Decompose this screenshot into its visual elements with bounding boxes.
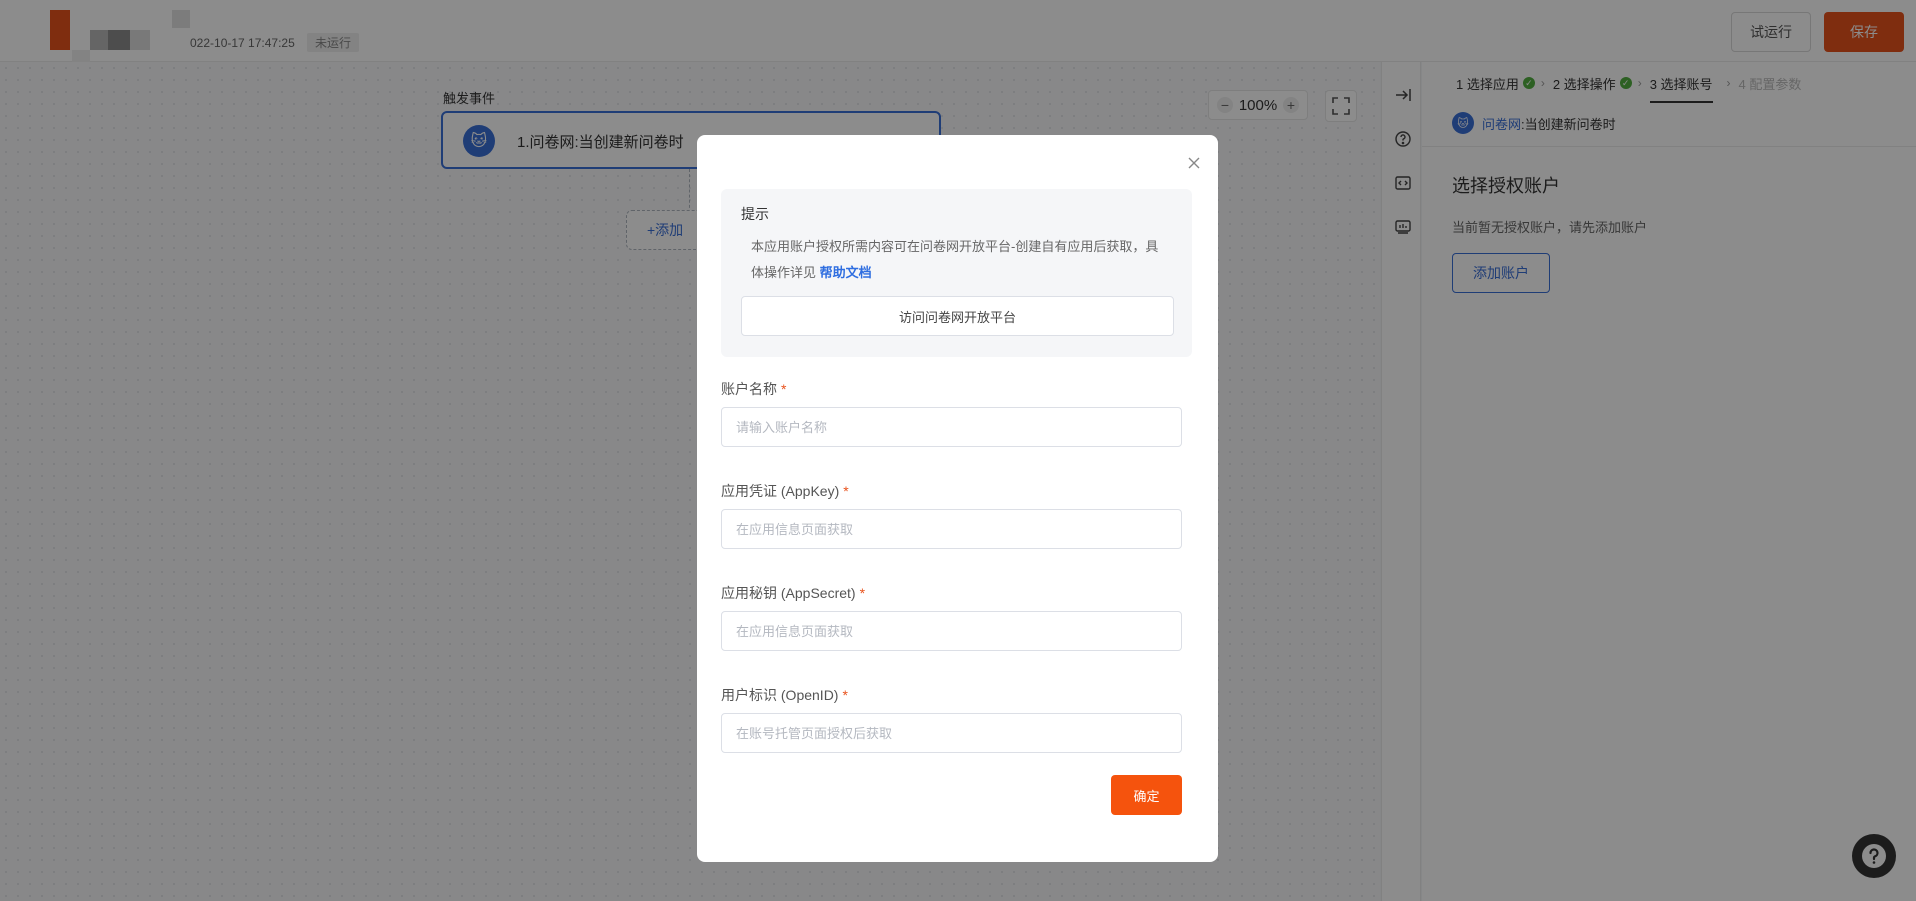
required-mark: *	[842, 687, 848, 703]
close-icon[interactable]	[1186, 155, 1202, 171]
field-label-text: 应用秘钥 (AppSecret)	[721, 585, 856, 601]
required-mark: *	[859, 585, 866, 601]
required-mark: *	[781, 381, 787, 397]
account-name-label: 账户名称 *	[721, 379, 786, 399]
visit-platform-button[interactable]: 访问问卷网开放平台	[741, 296, 1174, 336]
appkey-input[interactable]	[721, 509, 1182, 549]
field-label-text: 账户名称	[721, 381, 777, 397]
required-mark: *	[843, 483, 849, 499]
account-name-input[interactable]	[721, 407, 1182, 447]
tip-text: 本应用账户授权所需内容可在问卷网开放平台-创建自有应用后获取，具体操作详见 帮助…	[751, 234, 1171, 286]
tip-title: 提示	[741, 206, 769, 222]
openid-input[interactable]	[721, 713, 1182, 753]
add-account-dialog: 提示 本应用账户授权所需内容可在问卷网开放平台-创建自有应用后获取，具体操作详见…	[697, 135, 1218, 862]
help-doc-link[interactable]: 帮助文档	[820, 265, 872, 280]
field-label-text: 用户标识 (OpenID)	[721, 687, 839, 703]
field-label-text: 应用凭证 (AppKey)	[721, 483, 840, 499]
appsecret-input[interactable]	[721, 611, 1182, 651]
tip-description: 本应用账户授权所需内容可在问卷网开放平台-创建自有应用后获取，具体操作详见	[751, 239, 1159, 280]
appsecret-label: 应用秘钥 (AppSecret) *	[721, 583, 865, 603]
openid-label: 用户标识 (OpenID) *	[721, 685, 848, 705]
appkey-label: 应用凭证 (AppKey) *	[721, 481, 849, 501]
tip-box: 提示 本应用账户授权所需内容可在问卷网开放平台-创建自有应用后获取，具体操作详见…	[721, 189, 1192, 357]
confirm-button[interactable]: 确定	[1111, 775, 1182, 815]
